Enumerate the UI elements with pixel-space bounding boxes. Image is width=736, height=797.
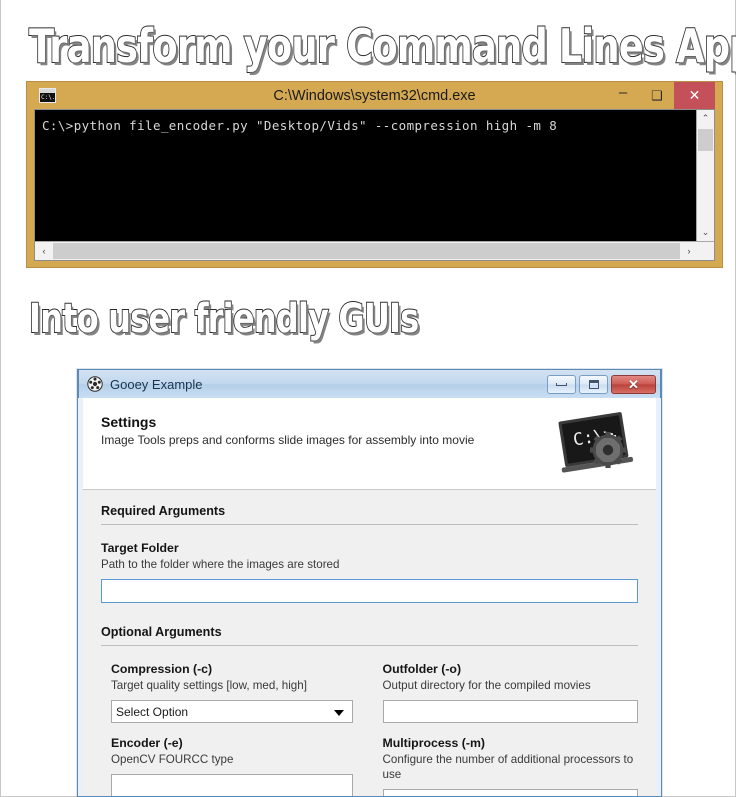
cmd-command-line: C:\>python file_encoder.py "Desktop/Vids…	[42, 118, 558, 133]
cmd-titlebar: C:\. C:\Windows\system32\cmd.exe – ❑ ✕	[34, 82, 715, 109]
gooey-content: Settings Image Tools preps and conforms …	[83, 398, 656, 796]
help-encoder: OpenCV FOURCC type	[111, 753, 234, 766]
headline-into-guis: Into user friendly GUIs	[28, 296, 420, 342]
console-gear-icon: C:\>	[558, 412, 634, 473]
outfolder-input[interactable]	[382, 700, 638, 723]
maximize-icon	[588, 379, 599, 389]
scroll-right-icon[interactable]: ›	[680, 242, 698, 260]
label-compression: Compression (-c)	[111, 662, 213, 676]
field-multiprocess: Multiprocess (-m) Configure the number o…	[375, 736, 638, 796]
optional-row-1: Compression (-c) Target quality settings…	[111, 662, 638, 736]
film-reel-icon	[87, 376, 103, 392]
cmd-vertical-scrollbar[interactable]: ⌃ ⌄	[696, 110, 714, 241]
multiprocess-dropdown[interactable]	[382, 789, 638, 796]
gooey-titlebar: Gooey Example ✕	[78, 369, 661, 398]
close-icon: ✕	[628, 376, 639, 392]
gooey-window-controls: ✕	[547, 374, 656, 394]
field-target-folder: Target Folder Path to the folder where t…	[101, 541, 638, 603]
encoder-input[interactable]	[111, 774, 353, 796]
cmd-horizontal-scrollbar[interactable]: ‹ ›	[35, 241, 714, 260]
cmd-window-controls: – ❑ ✕	[606, 82, 715, 109]
help-target-folder: Path to the folder where the images are …	[101, 558, 340, 571]
gooey-window-title: Gooey Example	[110, 376, 203, 392]
cmd-resize-grip[interactable]	[698, 242, 714, 260]
cmd-console-output[interactable]: C:\>python file_encoder.py "Desktop/Vids…	[35, 110, 696, 241]
scroll-left-icon[interactable]: ‹	[35, 242, 53, 260]
help-compression: Target quality settings [low, med, high]	[111, 679, 307, 692]
help-multiprocess: Configure the number of additional proce…	[382, 753, 634, 781]
optional-row-2: Encoder (-e) OpenCV FOURCC type Multipro…	[111, 736, 638, 796]
compression-dropdown[interactable]: Select Option	[111, 700, 353, 723]
gooey-close-button[interactable]: ✕	[611, 374, 656, 394]
section-divider-optional	[101, 645, 638, 646]
scroll-down-icon[interactable]: ⌄	[697, 224, 714, 241]
label-encoder: Encoder (-e)	[111, 736, 183, 750]
section-title-required: Required Arguments	[101, 504, 226, 518]
cmd-vscroll-thumb[interactable]	[698, 129, 713, 151]
cmd-window: C:\. C:\Windows\system32\cmd.exe – ❑ ✕ C…	[26, 81, 723, 268]
gooey-maximize-button[interactable]	[579, 374, 608, 394]
cmd-close-button[interactable]: ✕	[674, 82, 715, 109]
label-multiprocess: Multiprocess (-m)	[382, 736, 485, 750]
help-outfolder: Output directory for the compiled movies	[382, 679, 591, 692]
gooey-window: Gooey Example ✕ Settings Image Tools pre…	[77, 369, 662, 797]
label-outfolder: Outfolder (-o)	[382, 662, 462, 676]
gooey-header-panel: Settings Image Tools preps and conforms …	[83, 398, 656, 490]
section-title-optional: Optional Arguments	[101, 625, 222, 639]
cmd-hscroll-track[interactable]	[53, 243, 680, 259]
scroll-up-icon[interactable]: ⌃	[697, 110, 714, 127]
field-compression: Compression (-c) Target quality settings…	[111, 662, 375, 723]
compression-selected-value: Select Option	[116, 704, 189, 719]
cmd-window-body: C:\>python file_encoder.py "Desktop/Vids…	[34, 109, 715, 261]
optional-fields-group: Compression (-c) Target quality settings…	[101, 662, 638, 796]
chevron-down-icon	[333, 709, 344, 716]
gooey-minimize-button[interactable]	[547, 374, 576, 394]
cmd-minimize-button[interactable]: –	[606, 82, 640, 109]
gooey-form-body: Required Arguments Target Folder Path to…	[83, 490, 656, 796]
cmd-maximize-button[interactable]: ❑	[640, 82, 674, 109]
field-outfolder: Outfolder (-o) Output directory for the …	[375, 662, 638, 723]
headline-transform: Transform your Command Lines Application…	[28, 19, 736, 73]
target-folder-input[interactable]	[101, 579, 638, 603]
label-target-folder: Target Folder	[101, 541, 179, 555]
minimize-icon	[556, 382, 567, 386]
section-divider-required	[101, 524, 638, 525]
field-encoder: Encoder (-e) OpenCV FOURCC type	[111, 736, 375, 796]
